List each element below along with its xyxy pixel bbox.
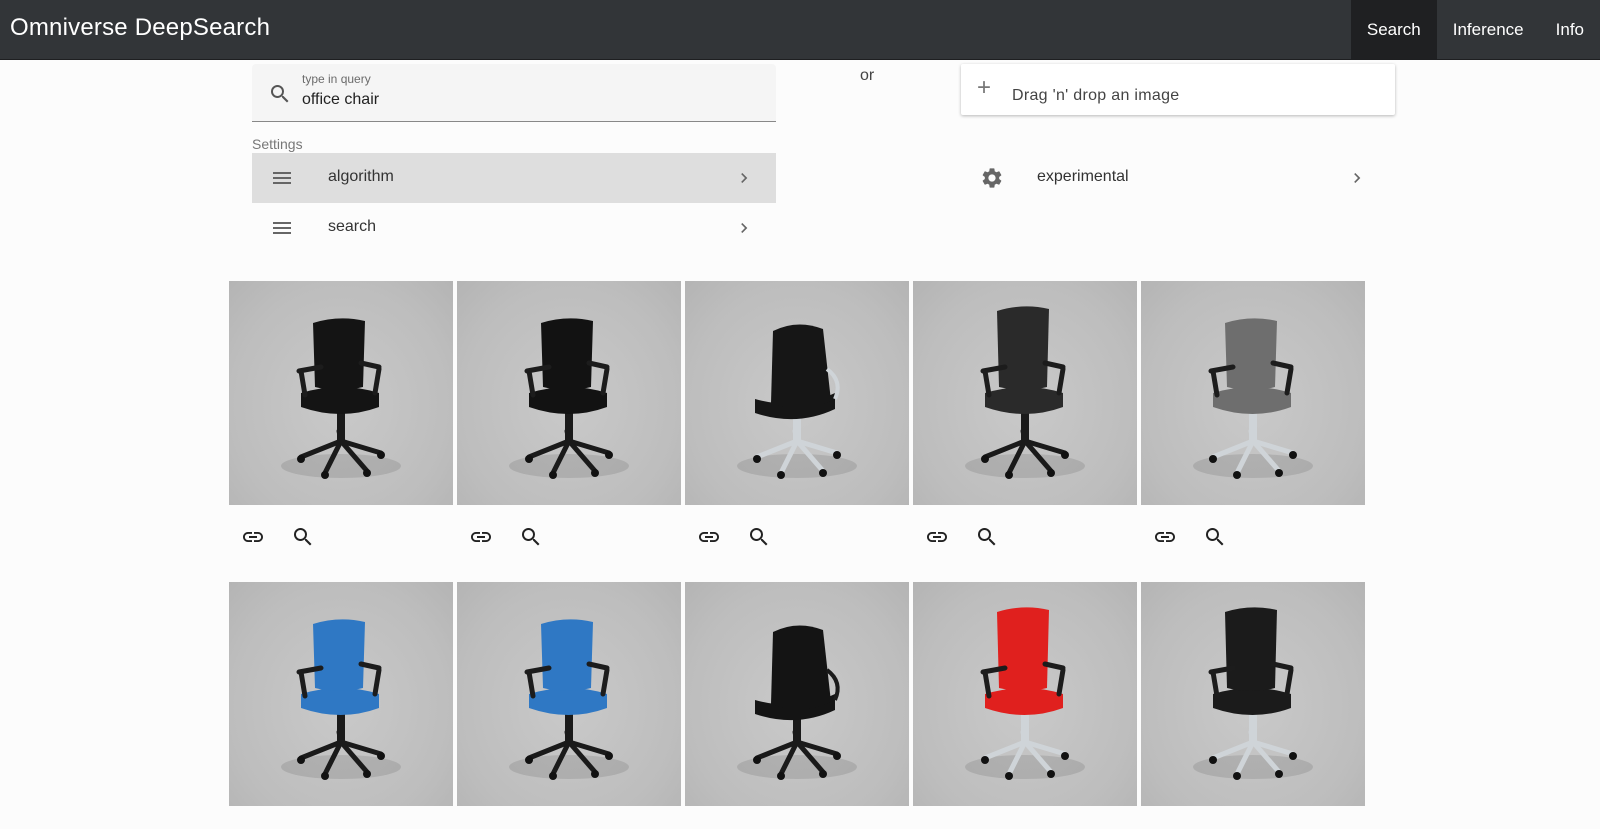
zoom-icon[interactable] (1203, 525, 1227, 549)
zoom-icon[interactable] (291, 525, 315, 549)
zoom-icon[interactable] (975, 525, 999, 549)
chair-image (737, 324, 857, 479)
chair-image (737, 625, 857, 780)
chair-image (281, 619, 401, 780)
chair-image (509, 318, 629, 479)
gear-icon (982, 168, 1002, 188)
chair-image (1193, 318, 1313, 479)
settings-heading: Settings (252, 136, 303, 152)
chair-thumbnail[interactable] (913, 281, 1137, 505)
settings-item-label: algorithm (328, 168, 394, 185)
result-actions (229, 513, 453, 561)
chair-thumbnail[interactable] (685, 281, 909, 505)
image-dropzone[interactable]: + Drag 'n' drop an image (961, 64, 1395, 115)
settings-item-search[interactable]: search (252, 203, 776, 253)
chair-thumbnail[interactable] (1141, 582, 1365, 806)
tab-search[interactable]: Search (1350, 0, 1437, 59)
result-actions (685, 513, 909, 561)
chair-image (1193, 607, 1313, 780)
settings-item-experimental[interactable]: experimental (971, 153, 1379, 203)
zoom-icon[interactable] (519, 525, 543, 549)
link-icon[interactable] (241, 525, 265, 549)
tab-inference[interactable]: Inference (1437, 0, 1540, 59)
chair-thumbnail[interactable] (229, 582, 453, 806)
settings-item-label: search (328, 218, 377, 235)
link-icon[interactable] (469, 525, 493, 549)
nav-tabs: Search Inference Info (1350, 0, 1600, 59)
result-actions (1141, 513, 1365, 561)
chair-image (965, 607, 1085, 780)
dropzone-label: Drag 'n' drop an image (1012, 87, 1180, 104)
chair-thumbnail[interactable] (457, 582, 681, 806)
link-icon[interactable] (1153, 525, 1177, 549)
result-actions (913, 513, 1137, 561)
link-icon[interactable] (925, 525, 949, 549)
link-icon[interactable] (697, 525, 721, 549)
query-input[interactable] (302, 88, 742, 112)
plus-icon: + (977, 74, 992, 101)
chair-image (965, 306, 1085, 479)
chevron-right-icon (1354, 173, 1361, 183)
result-actions (457, 513, 681, 561)
chair-thumbnail[interactable] (457, 281, 681, 505)
menu-icon (273, 172, 291, 184)
chair-thumbnail[interactable] (913, 582, 1137, 806)
chair-thumbnail[interactable] (229, 281, 453, 505)
chair-thumbnail[interactable] (685, 582, 909, 806)
app-title: Omniverse DeepSearch (10, 14, 271, 41)
menu-icon (273, 222, 291, 234)
chevron-right-icon (741, 173, 748, 183)
settings-item-label: experimental (1037, 168, 1129, 185)
settings-item-algorithm[interactable]: algorithm (252, 153, 776, 203)
chair-image (509, 619, 629, 780)
top-app-bar: Omniverse DeepSearch Search Inference In… (0, 0, 1600, 60)
search-icon (271, 85, 289, 103)
or-separator: or (860, 67, 875, 84)
query-label: type in query (302, 72, 371, 86)
chevron-right-icon (741, 223, 748, 233)
tab-info[interactable]: Info (1540, 0, 1600, 59)
chair-image (281, 318, 401, 479)
chair-thumbnail[interactable] (1141, 281, 1365, 505)
query-field[interactable]: type in query (252, 64, 776, 122)
zoom-icon[interactable] (747, 525, 771, 549)
